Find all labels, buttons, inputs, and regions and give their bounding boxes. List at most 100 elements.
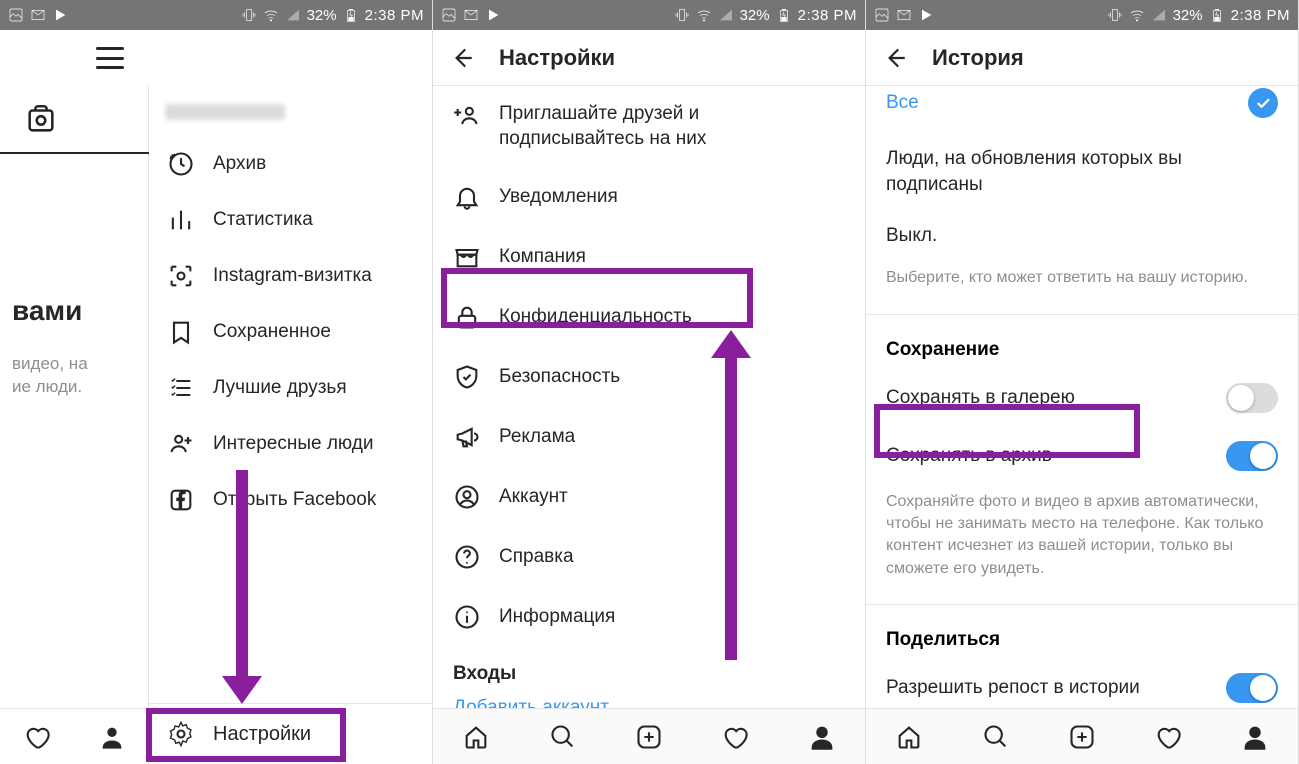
new-post-icon[interactable] <box>635 723 663 751</box>
save-archive-label: Сохранять в архив <box>886 445 1052 467</box>
tagged-tab-icon[interactable] <box>24 102 58 136</box>
screen-2-settings: 32% 2:38 PM Настройки Приглашайте друзей… <box>433 0 866 764</box>
drawer-settings[interactable]: Настройки <box>149 703 432 764</box>
settings-item-invite-friends[interactable]: Приглашайте друзей и подписывайтесь на н… <box>433 86 865 167</box>
mail-icon <box>30 7 46 23</box>
clock-text: 2:38 PM <box>365 7 424 24</box>
back-icon[interactable] <box>449 45 475 71</box>
settings-label: Информация <box>499 606 615 628</box>
profile-left-column: вами видео, на ие люди. <box>0 86 149 764</box>
home-icon[interactable] <box>895 723 923 751</box>
toggle-allow-repost[interactable] <box>1226 673 1278 703</box>
check-icon <box>1248 88 1278 118</box>
status-bar: 32% 2:38 PM <box>433 0 865 30</box>
settings-item-notifications[interactable]: Уведомления <box>433 167 865 227</box>
gallery-icon <box>8 7 24 23</box>
list-icon <box>167 374 195 402</box>
reply-all-label: Все <box>886 92 919 114</box>
new-post-icon[interactable] <box>1068 723 1096 751</box>
drawer-footer-label: Настройки <box>213 723 311 746</box>
battery-text: 32% <box>1173 7 1203 24</box>
save-archive-row[interactable]: Сохранять в архив <box>866 427 1298 485</box>
gallery-icon <box>874 7 890 23</box>
battery-text: 32% <box>740 7 770 24</box>
drawer-item-nametag[interactable]: Instagram-визитка <box>149 248 432 304</box>
drawer-item-archive[interactable]: Архив <box>149 136 432 192</box>
settings-item-about[interactable]: Информация <box>433 587 865 647</box>
activity-icon[interactable] <box>1154 723 1182 751</box>
settings-item-business[interactable]: Компания <box>433 227 865 287</box>
profile-tab-icon[interactable] <box>808 723 836 751</box>
drawer-label: Открыть Facebook <box>213 489 376 511</box>
settings-item-account[interactable]: Аккаунт <box>433 467 865 527</box>
allow-repost-row[interactable]: Разрешить репост в истории <box>866 659 1298 708</box>
play-icon <box>918 7 934 23</box>
settings-label: Справка <box>499 546 574 568</box>
reply-option-all[interactable]: Все <box>866 88 1298 132</box>
shield-icon <box>453 363 481 391</box>
search-icon[interactable] <box>549 723 577 751</box>
vibrate-icon <box>241 7 257 23</box>
search-icon[interactable] <box>982 723 1010 751</box>
reply-option-followers[interactable]: Люди, на обновления которых вы подписаны <box>866 132 1298 211</box>
bell-icon <box>453 183 481 211</box>
drawer-label: Интересные люди <box>213 433 373 455</box>
archive-icon <box>167 150 195 178</box>
settings-header: Настройки <box>433 30 865 86</box>
side-drawer: Архив Статистика Instagram-визитка Сохра… <box>149 86 432 764</box>
drawer-item-discover[interactable]: Интересные люди <box>149 416 432 472</box>
settings-item-help[interactable]: Справка <box>433 527 865 587</box>
play-icon <box>485 7 501 23</box>
partial-heading: вами <box>12 294 136 328</box>
profile-tab-icon[interactable] <box>1241 723 1269 751</box>
account-icon <box>453 483 481 511</box>
drawer-item-stats[interactable]: Статистика <box>149 192 432 248</box>
toggle-save-archive[interactable] <box>1226 441 1278 471</box>
home-icon[interactable] <box>462 723 490 751</box>
status-bar: 32% 2:38 PM <box>0 0 432 30</box>
screen-1-profile-drawer: 32% 2:38 PM вами видео, на ие люди. <box>0 0 433 764</box>
allow-repost-label: Разрешить репост в истории <box>886 677 1140 699</box>
reply-option-off[interactable]: Выкл. <box>866 211 1298 261</box>
reply-off-label: Выкл. <box>886 225 937 247</box>
activity-icon[interactable] <box>721 723 749 751</box>
stats-icon <box>167 206 195 234</box>
drawer-item-close-friends[interactable]: Лучшие друзья <box>149 360 432 416</box>
activity-icon[interactable] <box>23 723 51 751</box>
battery-icon <box>343 7 359 23</box>
bottom-nav <box>866 708 1298 764</box>
story-header: История <box>866 30 1298 86</box>
megaphone-icon <box>453 423 481 451</box>
discover-icon <box>167 430 195 458</box>
help-icon <box>453 543 481 571</box>
wifi-icon <box>696 7 712 23</box>
archive-hint: Сохраняйте фото и видео в архив автомати… <box>866 485 1298 597</box>
bottom-nav <box>433 708 865 764</box>
shop-icon <box>453 243 481 271</box>
drawer-item-saved[interactable]: Сохраненное <box>149 304 432 360</box>
save-gallery-row[interactable]: Сохранять в галерею <box>866 369 1298 427</box>
profile-tab-icon[interactable] <box>98 723 126 751</box>
settings-label: Безопасность <box>499 366 620 388</box>
username-obscured <box>165 104 285 120</box>
settings-item-security[interactable]: Безопасность <box>433 347 865 407</box>
mail-icon <box>896 7 912 23</box>
back-icon[interactable] <box>882 45 908 71</box>
drawer-item-facebook[interactable]: Открыть Facebook <box>149 472 432 528</box>
signal-icon <box>718 7 734 23</box>
share-section-title: Поделиться <box>866 613 1298 659</box>
menu-button[interactable] <box>96 47 124 69</box>
settings-item-ads[interactable]: Реклама <box>433 407 865 467</box>
toggle-save-gallery[interactable] <box>1226 383 1278 413</box>
settings-item-privacy[interactable]: Конфиденциальность <box>433 287 865 347</box>
status-bar: 32% 2:38 PM <box>866 0 1298 30</box>
reply-hint: Выберите, кто может ответить на вашу ист… <box>866 261 1298 305</box>
save-section-title: Сохранение <box>866 323 1298 369</box>
reply-followers-label: Люди, на обновления которых вы подписаны <box>886 146 1278 197</box>
battery-icon <box>1209 7 1225 23</box>
drawer-label: Архив <box>213 153 266 175</box>
add-account-link[interactable]: Добавить аккаунт <box>433 689 865 708</box>
mail-icon <box>463 7 479 23</box>
add-user-icon <box>453 102 481 130</box>
drawer-label: Статистика <box>213 209 313 231</box>
